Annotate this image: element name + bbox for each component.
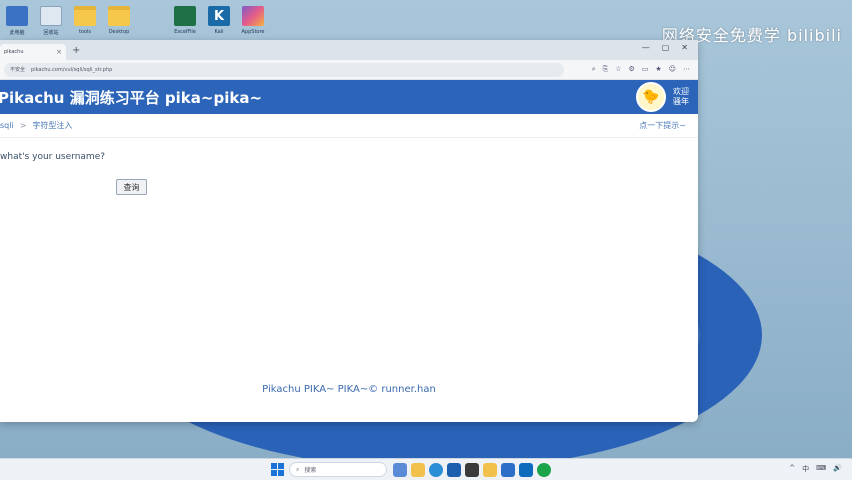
file-explorer-icon[interactable] <box>411 463 425 477</box>
desktop-icon-label: Desktop <box>108 29 130 35</box>
system-tray: ^ 中 ⌨ 🔊 <box>789 464 842 474</box>
search-icon: ⌕ <box>296 465 300 473</box>
tab-title: pikachu <box>4 49 24 55</box>
app-icon <box>242 6 264 26</box>
site-title[interactable]: Pikachu 漏洞练习平台 pika~pika~ <box>0 87 262 108</box>
breadcrumb-separator-icon: > <box>19 121 27 130</box>
toolbar-icons: ⌕ ⎘ ☆ ⚙ ▭ ★ ☺ ⋯ <box>592 65 698 74</box>
start-menu-icon[interactable] <box>271 463 284 476</box>
close-window-button[interactable]: ✕ <box>681 43 688 52</box>
url-input[interactable]: 不安全 pikachu.com/vul/sqli/sqli_str.php <box>4 62 564 77</box>
desktop-icon-label: 回收站 <box>43 30 59 36</box>
desktop-icons: 此电脑 回收站 tools Desktop ExcelFile K Kali A… <box>0 4 270 42</box>
security-warning-icon[interactable]: 不安全 <box>10 66 25 73</box>
desktop-icon-recycle-bin[interactable]: 回收站 <box>34 4 68 42</box>
computer-icon <box>6 6 28 26</box>
breadcrumb-parent[interactable]: sqli <box>0 121 14 130</box>
search-placeholder: 搜索 <box>304 467 317 474</box>
volume-icon[interactable]: 🔊 <box>833 464 842 474</box>
query-button[interactable]: 查询 <box>116 179 147 195</box>
breadcrumb-current: 字符型注入 <box>32 121 73 130</box>
browser-tab-bar: pikachu × + — ▢ ✕ <box>0 40 698 60</box>
settings-app-icon[interactable] <box>519 463 533 477</box>
desktop-icon-label: Kali <box>214 29 224 35</box>
username-prompt: what's your username? <box>0 152 106 162</box>
more-icon[interactable]: ⋯ <box>683 65 690 74</box>
url-text: pikachu.com/vul/sqli/sqli_str.php <box>31 66 113 73</box>
edge-browser-icon[interactable] <box>429 463 443 477</box>
desktop-icon-desktop[interactable]: Desktop <box>102 4 136 42</box>
address-bar: 不安全 pikachu.com/vul/sqli/sqli_str.php ⌕ … <box>0 60 698 80</box>
welcome-line-2: 骚年 <box>673 97 689 106</box>
split-icon[interactable]: ▭ <box>642 65 649 74</box>
site-header: Pikachu 漏洞练习平台 pika~pika~ 🐤 欢迎 骚年 <box>0 80 698 114</box>
desktop-icon-label: ExcelFile <box>174 29 196 35</box>
user-area: 🐤 欢迎 骚年 <box>636 82 692 112</box>
window-controls: — ▢ ✕ <box>642 43 688 52</box>
folder-icon <box>108 6 130 26</box>
tab-close-icon[interactable]: × <box>56 48 62 56</box>
zoom-icon[interactable]: ⌕ <box>592 65 596 74</box>
excel-icon <box>174 6 196 26</box>
breadcrumb: sqli > 字符型注入 点一下提示~ <box>0 114 698 138</box>
welcome-line-1: 欢迎 <box>673 87 689 96</box>
desktop-icon-excel[interactable]: ExcelFile <box>168 4 202 42</box>
desktop-icon-computer[interactable]: 此电脑 <box>0 4 34 42</box>
desktop-icon-k[interactable]: K Kali <box>202 4 236 42</box>
desktop-icon-label: AppStore <box>241 29 265 35</box>
k-app-icon[interactable] <box>447 463 461 477</box>
welcome-text: 欢迎 骚年 <box>670 87 692 107</box>
page-footer: Pikachu PIKA~ PIKA~© runner.han <box>262 384 436 395</box>
taskbar-apps <box>393 463 551 477</box>
new-tab-button[interactable]: + <box>72 45 80 56</box>
share-icon[interactable]: ⎘ <box>603 65 609 74</box>
recycle-bin-icon <box>40 6 62 26</box>
folder-icon[interactable] <box>483 463 497 477</box>
taskbar: ⌕ 搜索 ^ 中 ⌨ 🔊 <box>0 458 852 480</box>
desktop-icon-label: 此电脑 <box>9 30 25 36</box>
taskbar-search-input[interactable]: ⌕ 搜索 <box>289 462 387 477</box>
browser-icon[interactable] <box>537 463 551 477</box>
browser-window: pikachu × + — ▢ ✕ 不安全 pikachu.com/vul/sq… <box>0 40 698 422</box>
minimize-button[interactable]: — <box>642 43 650 52</box>
app-icon[interactable] <box>501 463 515 477</box>
hint-link[interactable]: 点一下提示~ <box>639 120 686 131</box>
task-view-icon[interactable] <box>393 463 407 477</box>
desktop-icon-app[interactable]: AppStore <box>236 4 270 42</box>
folder-icon <box>74 6 96 26</box>
browser-tab[interactable]: pikachu × <box>0 44 66 60</box>
tray-overflow-icon[interactable]: ^ <box>789 464 795 474</box>
profile-icon[interactable]: ☺ <box>669 65 676 74</box>
desktop-icon-label: tools <box>78 29 92 35</box>
avatar[interactable]: 🐤 <box>636 82 666 112</box>
desktop-icon-tools[interactable]: tools <box>68 4 102 42</box>
terminal-icon[interactable] <box>465 463 479 477</box>
main-content: what's your username? 查询 Pikachu PIKA~ P… <box>0 138 698 408</box>
input-method-icon[interactable]: 中 <box>802 464 809 474</box>
favorites-icon[interactable]: ★ <box>655 65 661 74</box>
extensions-icon[interactable]: ⚙ <box>629 65 635 74</box>
star-icon[interactable]: ☆ <box>615 65 621 74</box>
k-app-icon: K <box>208 6 230 26</box>
keyboard-icon[interactable]: ⌨ <box>816 464 826 474</box>
maximize-button[interactable]: ▢ <box>662 43 670 52</box>
